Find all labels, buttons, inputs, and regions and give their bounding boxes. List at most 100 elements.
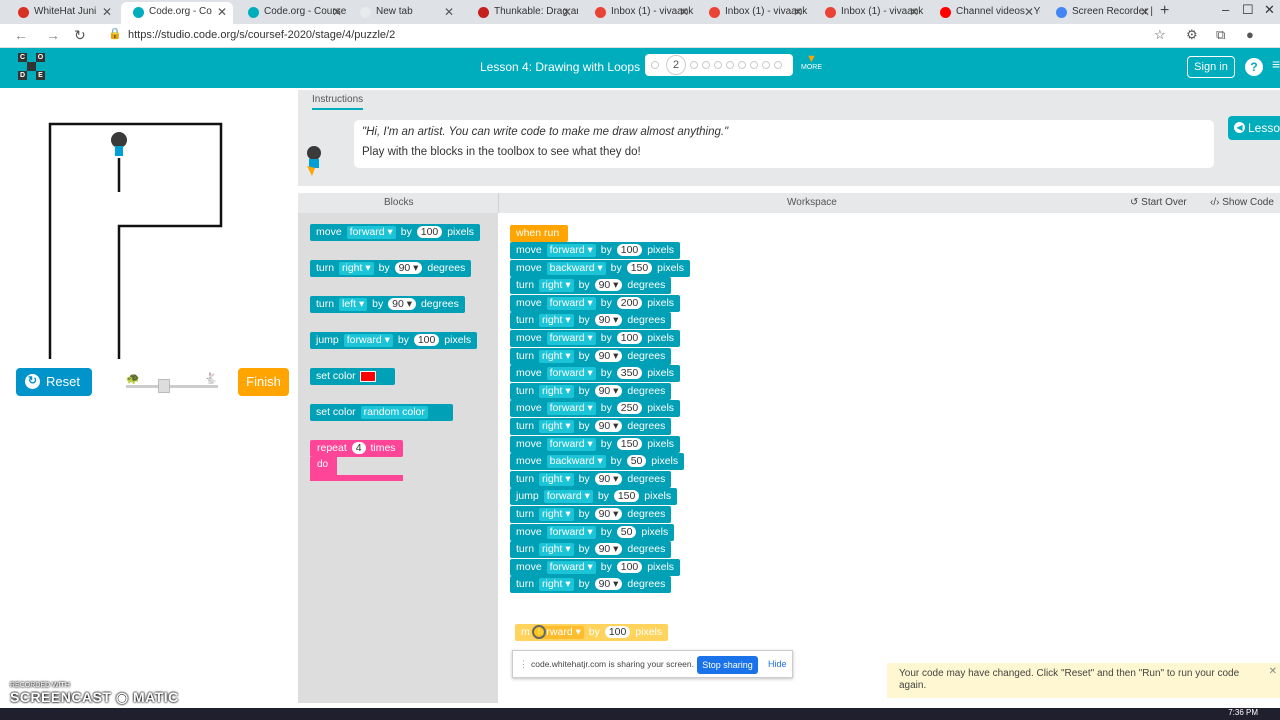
profile-avatar-icon[interactable]: ● (1246, 27, 1254, 42)
tab-close-icon[interactable]: ✕ (1024, 2, 1034, 22)
code-block[interactable]: turn right ▾ by 90 ▾ degrees (510, 576, 672, 593)
direction-dropdown[interactable]: backward ▾ (546, 455, 606, 468)
back-icon[interactable]: ← (14, 27, 28, 43)
direction-dropdown[interactable]: right ▾ (539, 473, 574, 486)
set-color-block[interactable]: set color (310, 368, 395, 385)
code-block[interactable]: turn right ▾ by 90 ▾ degrees (510, 471, 672, 488)
bookmark-star-icon[interactable]: ☆ (1154, 27, 1166, 43)
lesson-title[interactable]: Lesson 4: Drawing with Loops (480, 60, 640, 74)
minimize-icon[interactable]: – (1222, 2, 1229, 17)
amount-input[interactable]: 90 ▾ (594, 420, 623, 432)
direction-dropdown[interactable]: forward ▾ (346, 226, 396, 239)
tab-close-icon[interactable]: ✕ (217, 2, 227, 22)
amount-input[interactable]: 50 (626, 455, 647, 467)
code-block[interactable]: move forward ▾ by 250 pixels (510, 400, 681, 417)
direction-dropdown[interactable]: forward ▾ (543, 490, 593, 503)
direction-dropdown[interactable]: right ▾ (539, 420, 574, 433)
tab-close-icon[interactable]: ✕ (793, 2, 803, 22)
amount-input[interactable]: 90 ▾ (394, 262, 423, 274)
code-block[interactable]: turn left ▾ by 90 ▾ degrees (310, 296, 465, 313)
amount-input[interactable]: 90 ▾ (594, 350, 623, 362)
amount-input[interactable]: 90 ▾ (594, 508, 623, 520)
finish-button[interactable]: Finish (238, 368, 289, 396)
new-tab-button[interactable]: + (1160, 2, 1169, 20)
amount-input[interactable]: 350 (616, 367, 643, 379)
amount-input[interactable]: 100 (616, 561, 643, 573)
tab-close-icon[interactable]: ✕ (562, 2, 572, 22)
direction-dropdown[interactable]: right ▾ (539, 385, 574, 398)
direction-dropdown[interactable]: forward ▾ (546, 297, 596, 310)
close-window-icon[interactable]: ✕ (1264, 2, 1275, 18)
direction-dropdown[interactable]: forward ▾ (343, 334, 393, 347)
amount-input[interactable]: 90 ▾ (594, 578, 623, 590)
speed-slider[interactable]: 🐢 🐇 (124, 372, 220, 393)
code-block[interactable]: turn right ▾ by 90 ▾ degrees (510, 348, 672, 365)
when-run-block[interactable]: when run (510, 225, 568, 242)
amount-input[interactable]: 90 ▾ (594, 473, 623, 485)
more-button[interactable]: ▼ MORE (801, 54, 822, 72)
browser-tab[interactable]: WhiteHat Juni ✕ (6, 2, 118, 24)
direction-dropdown[interactable]: right ▾ (539, 314, 574, 327)
progress-dot[interactable] (726, 61, 734, 69)
url-field[interactable]: https://studio.code.org/s/coursef-2020/s… (128, 29, 395, 41)
code-block[interactable]: turn right ▾ by 90 ▾ degrees (510, 277, 672, 294)
extensions-icon[interactable]: ⚙ (1186, 27, 1198, 43)
drag-grip-icon[interactable]: ⋮ (519, 659, 528, 670)
progress-dot[interactable] (690, 61, 698, 69)
amount-input[interactable]: 150 (616, 438, 643, 450)
help-icon[interactable]: ? (1245, 58, 1263, 76)
browser-tab[interactable]: Inbox (1) - vivaank ✕ (583, 2, 695, 24)
code-block[interactable]: move forward ▾ by 200 pixels (510, 295, 681, 312)
code-block[interactable]: turn right ▾ by 90 ▾ degrees (510, 312, 672, 329)
progress-dot[interactable] (702, 61, 710, 69)
hide-button[interactable]: Hide (768, 659, 787, 669)
reload-icon[interactable]: ↻ (74, 27, 86, 44)
tab-instructions[interactable]: Instructions (312, 94, 364, 110)
direction-dropdown[interactable]: right ▾ (539, 350, 574, 363)
amount-input[interactable]: 90 ▾ (388, 298, 417, 310)
code-block[interactable]: move backward ▾ by 150 pixels (510, 260, 690, 277)
progress-dot[interactable] (762, 61, 770, 69)
start-over-button[interactable]: ↺ Start Over (1130, 197, 1187, 208)
direction-dropdown[interactable]: backward ▾ (546, 262, 606, 275)
code-block[interactable]: move forward ▾ by 100 pixels (510, 559, 681, 576)
amount-input[interactable]: 150 (626, 262, 653, 274)
hamburger-menu-icon[interactable]: ≡ (1272, 56, 1280, 72)
direction-dropdown[interactable]: forward ▾ (546, 438, 596, 451)
direction-dropdown[interactable]: forward ▾ (546, 244, 596, 257)
tab-close-icon[interactable]: ✕ (332, 2, 342, 22)
code-block[interactable]: turn right ▾ by 90 ▾ degrees (510, 506, 672, 523)
slider-handle[interactable] (158, 379, 170, 393)
progress-dot[interactable] (738, 61, 746, 69)
code-block[interactable]: jump forward ▾ by 100 pixels (310, 332, 478, 349)
close-toast-icon[interactable]: ✕ (1269, 666, 1277, 678)
tab-close-icon[interactable]: ✕ (909, 2, 919, 22)
direction-dropdown[interactable]: forward ▾ (546, 332, 596, 345)
amount-input[interactable]: 90 ▾ (594, 543, 623, 555)
repeat-count-input[interactable]: 4 (351, 442, 366, 454)
slider-track[interactable] (126, 385, 218, 388)
code-block[interactable]: move backward ▾ by 50 pixels (510, 453, 685, 470)
direction-dropdown[interactable]: forward ▾ (546, 402, 596, 415)
code-block[interactable]: move forward ▾ by 350 pixels (510, 365, 681, 382)
browser-tab[interactable]: Code.org - Course ✕ (236, 2, 348, 24)
tab-close-icon[interactable]: ✕ (102, 2, 112, 22)
browser-tab[interactable]: Screen Recorder | S ✕ (1044, 2, 1156, 24)
code-block[interactable]: turn right ▾ by 90 ▾ degrees (510, 541, 672, 558)
direction-dropdown[interactable]: forward ▾ (546, 561, 596, 574)
tab-close-icon[interactable]: ✕ (1140, 2, 1150, 22)
repeat-block[interactable]: repeat 4 times do (310, 440, 403, 482)
browser-tab[interactable]: New tab ✕ (348, 2, 460, 24)
code-block[interactable]: move forward ▾ by 100 pixels (510, 242, 681, 259)
amount-input[interactable]: 100 (604, 626, 631, 638)
tab-close-icon[interactable]: ✕ (444, 2, 454, 22)
progress-dot[interactable] (714, 61, 722, 69)
progress-dot[interactable] (651, 61, 659, 69)
color-swatch[interactable] (359, 370, 376, 382)
show-code-button[interactable]: ‹/› Show Code (1210, 197, 1274, 208)
current-puzzle-bubble[interactable]: 2 (666, 55, 686, 75)
direction-dropdown[interactable]: right ▾ (339, 262, 374, 275)
forward-icon[interactable]: → (46, 27, 60, 43)
random-color-dropdown[interactable]: random color (360, 406, 428, 419)
cast-icon[interactable]: ⧉ (1216, 27, 1225, 43)
